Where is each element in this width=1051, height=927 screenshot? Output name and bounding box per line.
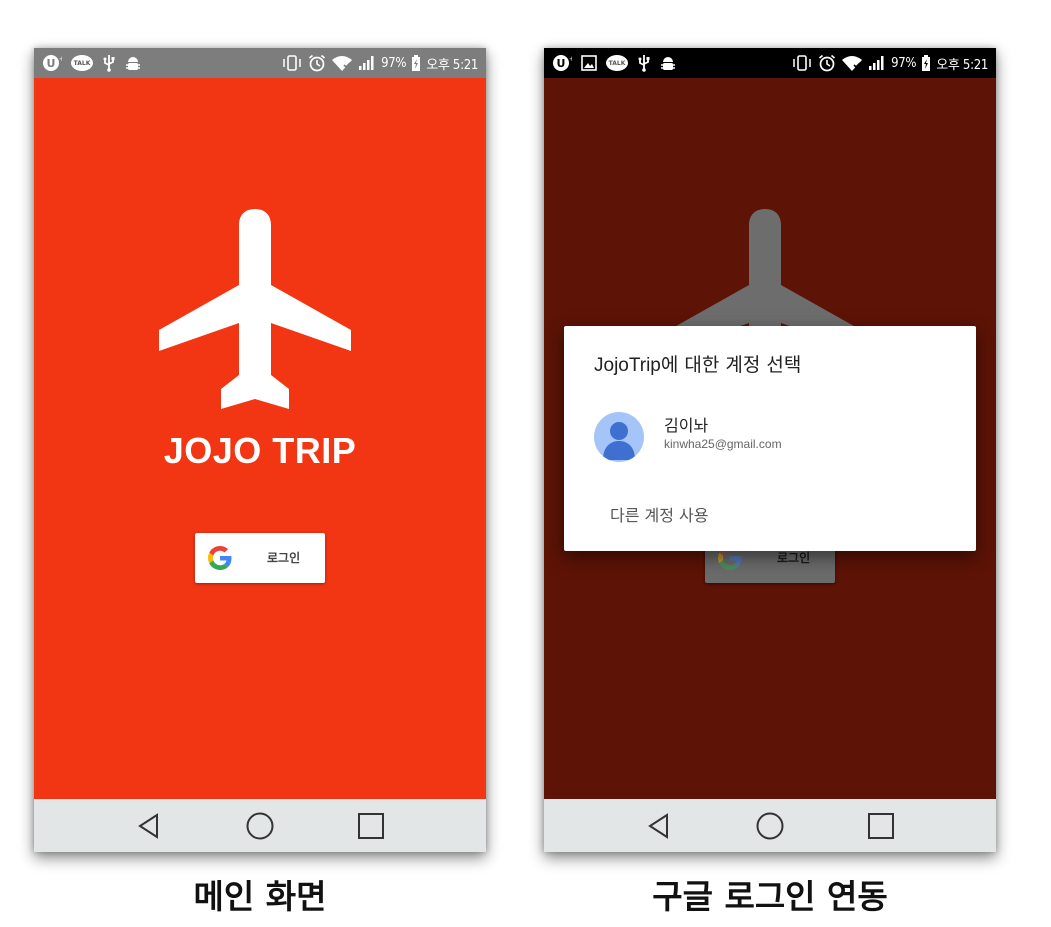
signal-icon [868, 48, 886, 78]
svg-text:U: U [557, 57, 566, 70]
main-screen-phone: U + TALK 97% 오후 5:21 JOJO TRIP 로그인 [34, 48, 486, 852]
status-bar: U + TALK 97% 오후 5:21 [544, 48, 996, 78]
u-plus-icon: U + [42, 48, 62, 78]
airplane-icon [159, 209, 351, 409]
login-screen-phone: U + TALK 97% 오후 5:21 로그인 JojoTrip에 대한 계정… [544, 48, 996, 852]
svg-text:+: + [569, 55, 572, 63]
wifi-icon [841, 48, 863, 78]
android-debug-icon [660, 48, 676, 78]
account-email: kinwha25@gmail.com [664, 437, 782, 451]
u-plus-icon: U + [552, 48, 572, 78]
vibrate-icon [791, 48, 813, 78]
use-other-account-button[interactable]: 다른 계정 사용 [610, 502, 709, 526]
google-g-icon [208, 546, 232, 570]
clock: 오후 5:21 [936, 57, 988, 73]
home-icon[interactable] [750, 806, 790, 846]
gallery-icon [581, 48, 597, 78]
wifi-icon [331, 48, 353, 78]
battery-icon [411, 48, 421, 78]
kakaotalk-icon: TALK [606, 48, 628, 78]
clock: 오후 5:21 [426, 57, 478, 73]
vibrate-icon [281, 48, 303, 78]
alarm-icon [308, 48, 326, 78]
account-avatar-icon [594, 412, 644, 462]
back-icon[interactable] [639, 806, 679, 846]
alarm-icon [818, 48, 836, 78]
google-login-button[interactable]: 로그인 [195, 533, 325, 583]
account-chooser-dialog: JojoTrip에 대한 계정 선택 김이놔 kinwha25@gmail.co… [564, 326, 976, 551]
svg-text:+: + [59, 55, 62, 63]
main-screen-caption: 메인 화면 [193, 877, 327, 916]
signal-icon [358, 48, 376, 78]
svg-text:U: U [47, 57, 56, 70]
recents-icon[interactable] [351, 806, 391, 846]
android-debug-icon [125, 48, 141, 78]
dialog-title: JojoTrip에 대한 계정 선택 [594, 350, 801, 377]
google-login-label: 로그인 [267, 551, 301, 565]
kakaotalk-icon: TALK [71, 48, 93, 78]
app-title: JOJO TRIP [163, 430, 357, 471]
usb-icon [637, 48, 651, 78]
dialog-title-rest: 에 대한 계정 선택 [660, 354, 802, 376]
recents-icon[interactable] [861, 806, 901, 846]
status-bar: U + TALK 97% 오후 5:21 [34, 48, 486, 78]
battery-level: 97% [381, 55, 407, 71]
usb-icon [102, 48, 116, 78]
home-icon[interactable] [240, 806, 280, 846]
battery-icon [921, 48, 931, 78]
battery-level: 97% [891, 55, 917, 71]
login-screen-caption: 구글 로그인 연동 [652, 877, 888, 916]
nav-bar [544, 799, 996, 852]
google-login-label: 로그인 [777, 551, 811, 565]
dialog-title-app: JojoTrip [594, 355, 661, 376]
back-icon[interactable] [129, 806, 169, 846]
account-name: 김이놔 [664, 416, 709, 435]
nav-bar [34, 799, 486, 852]
